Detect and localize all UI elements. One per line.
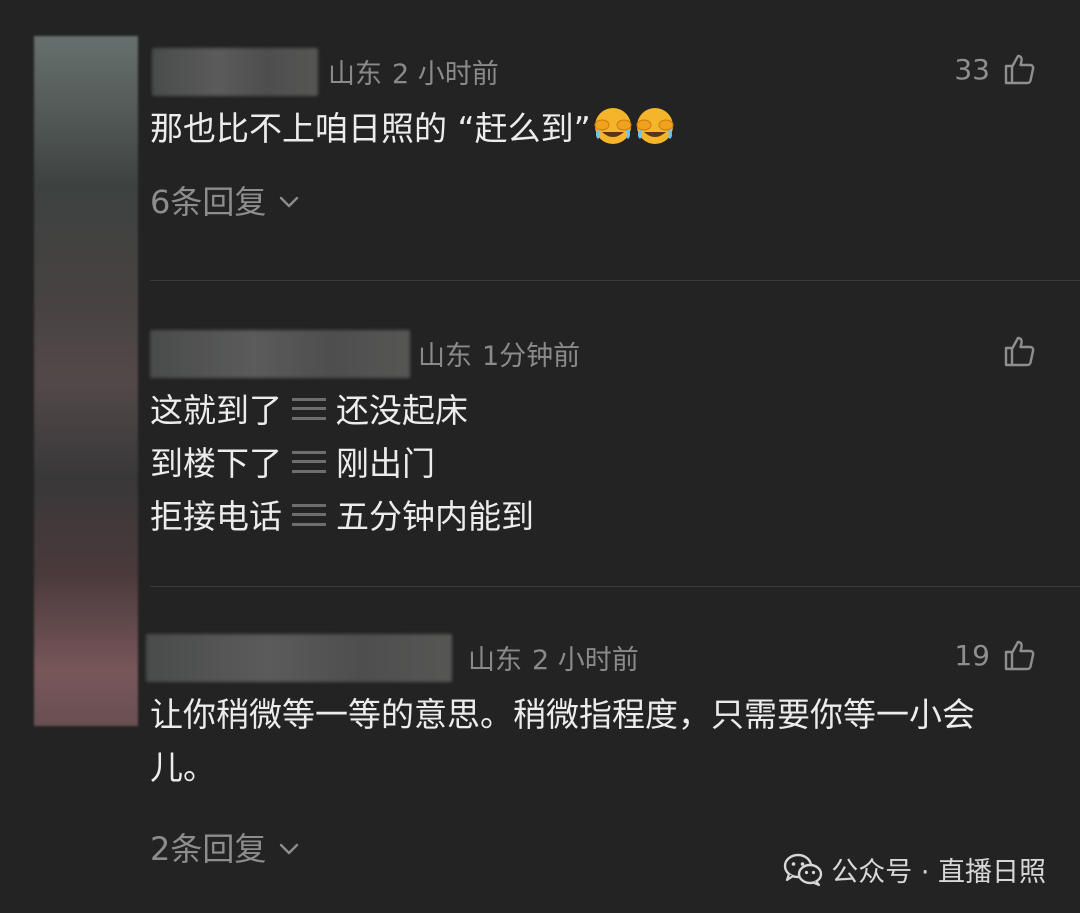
comment-location: 山东 <box>328 59 382 90</box>
comment-time: 2 小时前 <box>532 645 639 676</box>
chevron-down-icon <box>280 196 299 208</box>
wechat-icon <box>784 853 823 886</box>
replies-count: 2条回复 <box>150 830 267 868</box>
watermark: 公众号 · 直播日照 <box>783 850 1046 889</box>
blurred-avatar-column <box>34 36 138 726</box>
watermark-text: 公众号 · 直播日照 <box>831 857 1046 888</box>
comment-meta-text: 山东 1分钟前 <box>418 334 580 373</box>
blurred-username[interactable] <box>152 48 318 96</box>
equals-separator <box>292 451 326 473</box>
line-left: 拒接电话 <box>150 497 282 536</box>
comment-location: 山东 <box>418 341 472 372</box>
line-right: 刚出门 <box>336 444 435 483</box>
like-count: 33 <box>954 52 990 86</box>
thumbs-up-icon <box>1004 336 1035 367</box>
comment-body: 那也比不上咱日照的 “赶么到” <box>150 102 1080 155</box>
comment-line: 拒接电话 五分钟内能到 <box>150 490 1080 543</box>
comment-time: 2 小时前 <box>392 59 499 90</box>
comment-meta: 山东 2 小时前 33 <box>150 40 1080 100</box>
blurred-username[interactable] <box>146 634 452 682</box>
line-right: 五分钟内能到 <box>336 497 534 536</box>
equals-separator <box>292 398 326 420</box>
comment-line: 到楼下了 刚出门 <box>150 437 1080 490</box>
comment-location: 山东 <box>468 645 522 676</box>
comment-meta-text: 山东 2 小时前 <box>328 52 499 91</box>
comment-text: 那也比不上咱日照的 “赶么到” <box>150 109 591 148</box>
line-left: 这就到了 <box>150 391 282 430</box>
chevron-down-icon <box>280 843 299 855</box>
replies-count: 6条回复 <box>150 183 267 221</box>
comment-body: 这就到了 还没起床 到楼下了 刚出门 拒接电话 五分钟内能到 <box>150 384 1080 543</box>
comment-time: 1分钟前 <box>482 341 581 372</box>
comment-body: 让你稍微等一等的意思。稍微指程度，只需要你等一小会儿。 <box>150 688 1040 794</box>
like-button[interactable]: 33 <box>954 52 1036 86</box>
like-button[interactable]: 19 <box>954 638 1036 672</box>
comment-meta: 山东 2 小时前 19 <box>146 626 1080 686</box>
face-with-tears-of-joy-covering-eyes-emoji <box>594 108 632 144</box>
like-count: 19 <box>954 638 990 672</box>
comment-line: 这就到了 还没起床 <box>150 384 1080 437</box>
comment-item: 山东 1分钟前 这就到了 还没起床 到楼下了 刚出门 拒接电话 五分钟内能到 <box>150 322 1080 543</box>
line-right: 还没起床 <box>336 391 468 430</box>
comment-divider <box>150 586 1080 587</box>
comment-item: 山东 2 小时前 33 那也比不上咱日照的 “赶么到” 6条回复 <box>150 40 1080 223</box>
comment-item: 山东 2 小时前 19 让你稍微等一等的意思。稍微指程度，只需要你等一小会儿。 2… <box>146 626 1080 870</box>
comment-divider <box>150 280 1080 281</box>
face-with-tears-of-joy-covering-eyes-emoji <box>636 108 674 144</box>
line-left: 到楼下了 <box>150 444 282 483</box>
thumbs-up-icon <box>1004 54 1035 85</box>
like-button[interactable] <box>990 334 1036 368</box>
comment-meta-text: 山东 2 小时前 <box>468 638 639 677</box>
equals-separator <box>292 504 326 526</box>
comment-page: 山东 2 小时前 33 那也比不上咱日照的 “赶么到” 6条回复 山东 1分钟前… <box>0 0 1080 913</box>
comment-text: 让你稍微等一等的意思。稍微指程度，只需要你等一小会儿。 <box>150 695 975 787</box>
thumbs-up-icon <box>1004 640 1035 671</box>
comment-meta: 山东 1分钟前 <box>150 322 1080 382</box>
view-replies-button[interactable]: 6条回复 <box>150 177 1080 223</box>
blurred-username[interactable] <box>150 330 410 378</box>
